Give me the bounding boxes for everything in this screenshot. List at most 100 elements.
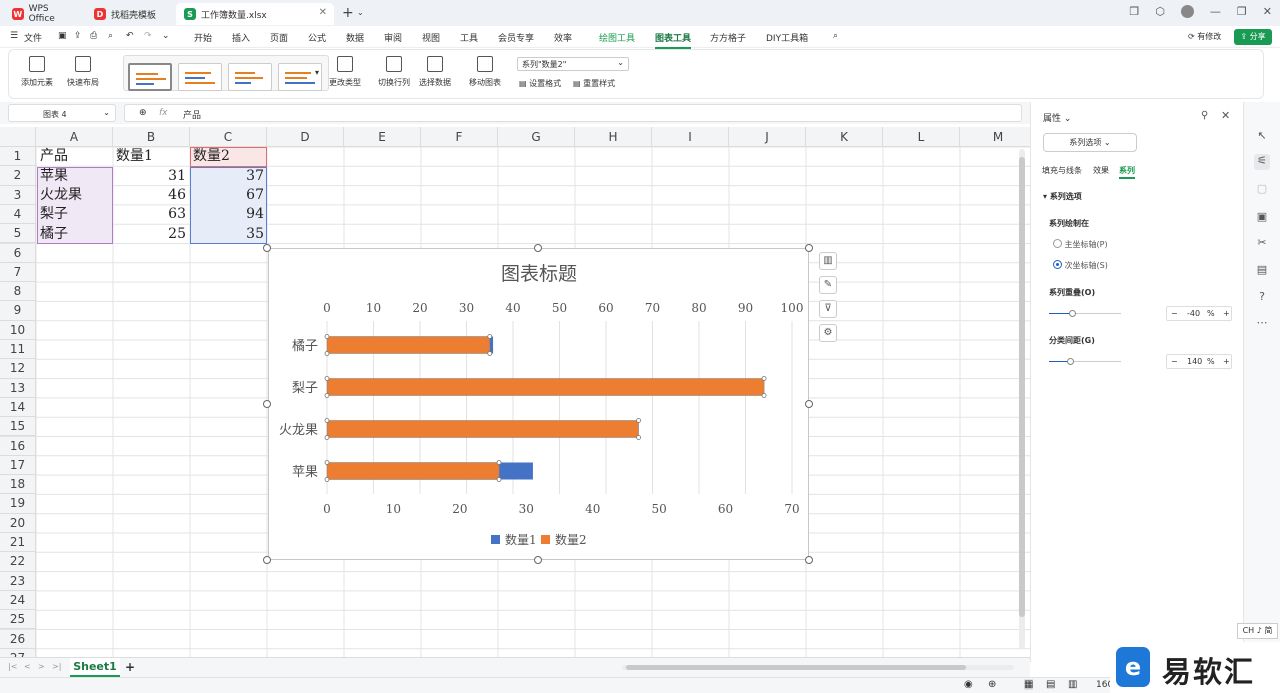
add-element-button[interactable]: 添加元素 bbox=[21, 56, 53, 88]
avatar[interactable] bbox=[1180, 5, 1194, 18]
menu-diy[interactable]: DIY工具箱 bbox=[766, 31, 808, 44]
chart-elements-icon[interactable]: ▥ bbox=[819, 252, 837, 270]
menu-ffgz[interactable]: 方方格子 bbox=[710, 31, 746, 44]
change-type-button[interactable]: 更改类型 bbox=[329, 56, 361, 88]
tab-effects[interactable]: 效果 bbox=[1093, 165, 1109, 176]
resize-handle-n[interactable] bbox=[534, 244, 542, 252]
menu-file[interactable]: 文件 bbox=[24, 31, 42, 44]
chart-object[interactable]: 图表标题 0 10 20 30 40 50 60 70 80 90 100 0 10 20 30 40 50 6… bbox=[268, 248, 809, 560]
menu-formula[interactable]: 公式 bbox=[308, 31, 326, 44]
share-button[interactable]: ⇪ 分享 bbox=[1234, 29, 1272, 45]
column-header-b[interactable]: B bbox=[113, 127, 190, 147]
undo-icon[interactable]: ↶ bbox=[126, 31, 134, 41]
page-layout-icon[interactable]: ▤ bbox=[1046, 679, 1055, 690]
maximize-icon[interactable]: ❐ bbox=[1237, 5, 1247, 18]
row-header-12[interactable]: 12 bbox=[0, 359, 36, 379]
resize-handle-w[interactable] bbox=[263, 400, 271, 408]
zoom-fx-icon[interactable]: ⊕ bbox=[139, 108, 147, 118]
sheet-tab-sheet1[interactable]: Sheet1 bbox=[70, 658, 120, 677]
column-header-e[interactable]: E bbox=[344, 127, 421, 147]
column-header-h[interactable]: H bbox=[575, 127, 652, 147]
gap-slider-thumb[interactable] bbox=[1067, 358, 1074, 365]
cube-icon[interactable]: ⬡ bbox=[1155, 5, 1165, 18]
cell-a4[interactable]: 梨子 bbox=[40, 205, 68, 224]
bar-series2[interactable] bbox=[326, 378, 765, 396]
reset-style-button[interactable]: ▤ 重置样式 bbox=[573, 78, 615, 89]
cell-c2[interactable]: 37 bbox=[190, 167, 264, 186]
gap-stepper[interactable]: − 140 % + bbox=[1166, 354, 1232, 369]
column-header-j[interactable]: J bbox=[729, 127, 806, 147]
search-icon[interactable]: ⌕ bbox=[833, 31, 838, 41]
cell-b3[interactable]: 46 bbox=[113, 186, 186, 205]
row-header-7[interactable]: 7 bbox=[0, 262, 36, 283]
close-window-icon[interactable]: ✕ bbox=[1263, 5, 1272, 18]
row-header-4[interactable]: 4 bbox=[0, 204, 36, 225]
menu-data[interactable]: 数据 bbox=[346, 31, 364, 44]
help-icon[interactable]: ? bbox=[1254, 290, 1270, 306]
set-format-button[interactable]: ▤ 设置格式 bbox=[519, 78, 561, 89]
tab-series[interactable]: 系列 bbox=[1119, 165, 1135, 179]
cell-b2[interactable]: 31 bbox=[113, 167, 186, 186]
row-header-6[interactable]: 6 bbox=[0, 243, 36, 263]
row-header-13[interactable]: 13 bbox=[0, 378, 36, 398]
overlap-slider-thumb[interactable] bbox=[1069, 310, 1076, 317]
redo-icon[interactable]: ↷ bbox=[144, 31, 152, 41]
more-icon[interactable]: ⋯ bbox=[1254, 316, 1270, 332]
tab-docer[interactable]: D 找稻壳模板 bbox=[86, 3, 174, 25]
menu-page[interactable]: 页面 bbox=[270, 31, 288, 44]
cell-c3[interactable]: 67 bbox=[190, 186, 264, 205]
cell-a1[interactable]: 产品 bbox=[40, 147, 68, 166]
section-series-options[interactable]: ▾ 系列选项 bbox=[1043, 191, 1082, 202]
select-all-corner[interactable] bbox=[0, 127, 36, 147]
row-header-3[interactable]: 3 bbox=[0, 185, 36, 205]
increment-icon[interactable]: + bbox=[1223, 307, 1230, 320]
menu-tools[interactable]: 工具 bbox=[460, 31, 478, 44]
cell-c1[interactable]: 数量2 bbox=[193, 147, 230, 166]
menu-efficiency[interactable]: 效率 bbox=[554, 31, 572, 44]
chart-style-2[interactable] bbox=[178, 63, 222, 91]
column-header-c[interactable]: C bbox=[190, 127, 267, 147]
normal-view-icon[interactable]: ▦ bbox=[1024, 679, 1034, 690]
row-header-1[interactable]: 1 bbox=[0, 147, 36, 167]
resize-handle-se[interactable] bbox=[805, 556, 813, 564]
chart-style-1[interactable] bbox=[128, 63, 172, 91]
quick-layout-button[interactable]: 快速布局 bbox=[67, 56, 99, 88]
column-header-g[interactable]: G bbox=[498, 127, 575, 147]
gap-slider[interactable] bbox=[1049, 358, 1121, 365]
gallery-expand-icon[interactable]: ▾ bbox=[315, 68, 319, 77]
preview-icon[interactable]: ⌕ bbox=[108, 31, 113, 41]
row-header-20[interactable]: 20 bbox=[0, 513, 36, 533]
vertical-scrollbar[interactable] bbox=[1019, 149, 1025, 649]
gap-value[interactable]: 140 bbox=[1187, 355, 1202, 368]
new-tab-button[interactable]: + bbox=[342, 5, 354, 21]
protect-icon[interactable]: ⊕ bbox=[988, 679, 996, 690]
window-restore-icon[interactable]: ❐ bbox=[1129, 5, 1139, 18]
column-header-l[interactable]: L bbox=[883, 127, 960, 147]
menu-chart-tools[interactable]: 图表工具 bbox=[655, 31, 692, 49]
cell-b4[interactable]: 63 bbox=[113, 205, 186, 224]
vertical-scroll-thumb[interactable] bbox=[1019, 157, 1025, 617]
row-header-19[interactable]: 19 bbox=[0, 494, 36, 514]
eye-icon[interactable]: ◉ bbox=[964, 679, 973, 690]
column-header-f[interactable]: F bbox=[421, 127, 498, 147]
horizontal-scroll-thumb[interactable] bbox=[626, 665, 966, 670]
properties-icon[interactable]: ⚟ bbox=[1254, 154, 1270, 170]
print-icon[interactable]: ⎙ bbox=[90, 31, 97, 41]
horizontal-scrollbar[interactable] bbox=[622, 665, 1014, 670]
menu-insert[interactable]: 插入 bbox=[232, 31, 250, 44]
menu-drawing-tools[interactable]: 绘图工具 bbox=[599, 31, 635, 44]
overlap-stepper[interactable]: − -40 % + bbox=[1166, 306, 1232, 321]
cell-c5[interactable]: 35 bbox=[190, 225, 264, 244]
save-icon[interactable]: ▣ bbox=[58, 31, 67, 41]
radio-secondary-axis[interactable]: 次坐标轴(S) bbox=[1053, 260, 1108, 271]
chart-settings-icon[interactable]: ⚙ bbox=[819, 324, 837, 342]
resize-handle-ne[interactable] bbox=[805, 244, 813, 252]
cell-a2[interactable]: 苹果 bbox=[40, 167, 68, 186]
radio-primary-axis[interactable]: 主坐标轴(P) bbox=[1053, 239, 1108, 250]
column-header-d[interactable]: D bbox=[267, 127, 344, 147]
overlap-slider[interactable] bbox=[1049, 310, 1121, 317]
pin-icon[interactable]: ⚲ bbox=[1201, 110, 1208, 121]
cell-a3[interactable]: 火龙果 bbox=[40, 186, 82, 205]
column-header-m[interactable]: M bbox=[960, 127, 1030, 147]
row-header-16[interactable]: 16 bbox=[0, 436, 36, 456]
